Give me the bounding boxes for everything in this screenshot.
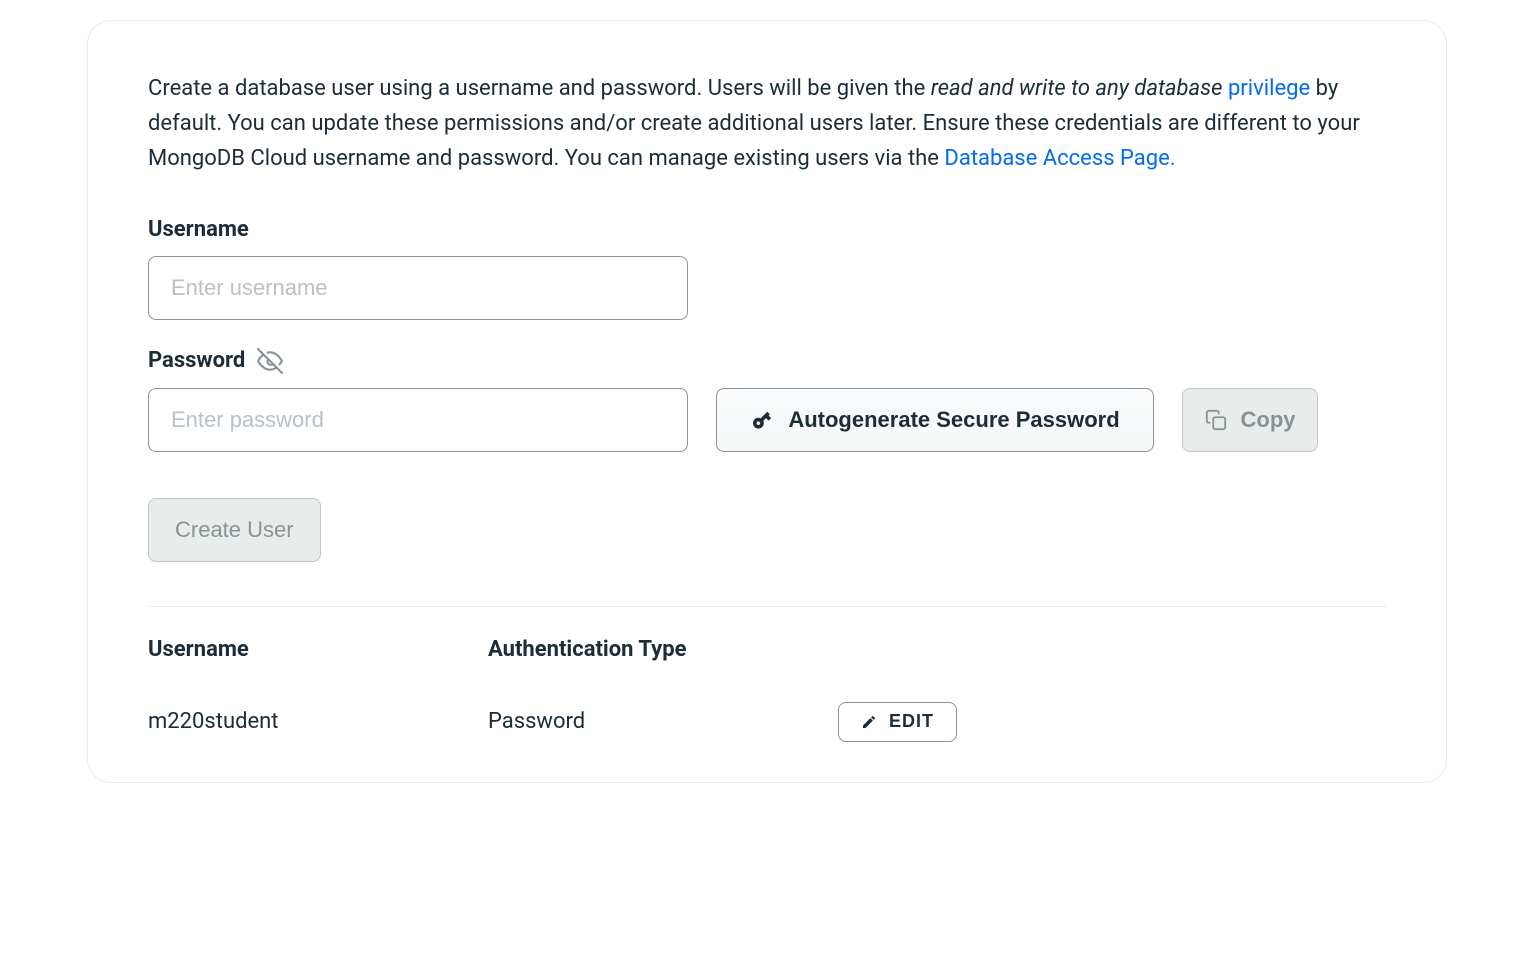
username-input[interactable] bbox=[148, 256, 688, 320]
header-auth-type: Authentication Type bbox=[488, 637, 838, 662]
username-field-group: Username bbox=[148, 217, 1386, 320]
create-user-label: Create User bbox=[175, 517, 294, 543]
edit-button[interactable]: EDIT bbox=[838, 702, 957, 742]
table-row: m220student Password EDIT bbox=[148, 702, 1386, 742]
key-icon bbox=[750, 408, 774, 432]
row-username: m220student bbox=[148, 709, 488, 734]
password-field-group: Password Autogenerate Secure Password bbox=[148, 348, 1386, 452]
create-user-button[interactable]: Create User bbox=[148, 498, 321, 562]
copy-label: Copy bbox=[1241, 407, 1296, 433]
edit-label: EDIT bbox=[889, 711, 934, 732]
username-label: Username bbox=[148, 217, 1386, 242]
header-username: Username bbox=[148, 637, 488, 662]
database-access-link[interactable]: Database Access Page. bbox=[944, 146, 1175, 171]
intro-italic: read and write to any database bbox=[931, 76, 1223, 101]
intro-text-1: Create a database user using a username … bbox=[148, 76, 931, 101]
users-table-header: Username Authentication Type bbox=[148, 637, 1386, 662]
autogenerate-label: Autogenerate Secure Password bbox=[788, 407, 1119, 433]
divider bbox=[148, 606, 1386, 607]
pencil-icon bbox=[861, 714, 877, 730]
password-label: Password bbox=[148, 348, 245, 373]
row-auth-type: Password bbox=[488, 709, 838, 734]
autogenerate-button[interactable]: Autogenerate Secure Password bbox=[716, 388, 1154, 452]
password-input[interactable] bbox=[148, 388, 688, 452]
eye-off-icon[interactable] bbox=[257, 348, 283, 374]
privilege-link[interactable]: privilege bbox=[1228, 76, 1310, 101]
intro-text: Create a database user using a username … bbox=[148, 71, 1386, 177]
copy-button[interactable]: Copy bbox=[1182, 388, 1318, 452]
copy-icon bbox=[1205, 409, 1227, 431]
create-user-card: Create a database user using a username … bbox=[87, 20, 1447, 783]
